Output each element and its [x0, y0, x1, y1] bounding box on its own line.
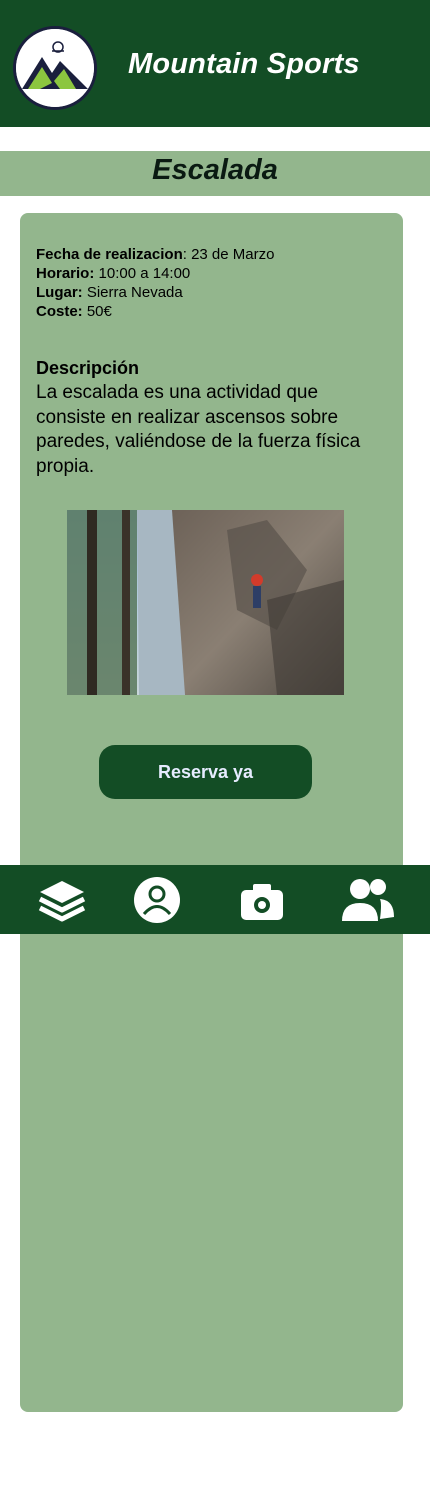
cost-row: Coste: 50€ — [36, 302, 274, 321]
place-label: Lugar: — [36, 284, 83, 301]
date-value: : 23 de Marzo — [182, 246, 275, 263]
description-text: La escalada es una actividad que consist… — [36, 382, 361, 477]
mountain-logo-icon[interactable] — [13, 26, 97, 110]
schedule-label: Horario: — [36, 265, 95, 282]
cost-label: Coste: — [36, 303, 83, 320]
user-profile-icon[interactable] — [131, 875, 183, 925]
date-row: Fecha de realizacion: 23 de Marzo — [36, 245, 274, 264]
date-label: Fecha de realizacion — [36, 246, 183, 263]
climbing-photo — [67, 510, 344, 695]
schedule-row: Horario: 10:00 a 14:00 — [36, 264, 274, 283]
activity-details: Fecha de realizacion: 23 de Marzo Horari… — [36, 245, 274, 321]
camera-icon[interactable] — [236, 875, 288, 925]
layers-icon[interactable] — [36, 875, 88, 925]
cost-value: 50€ — [82, 303, 112, 320]
app-header: Mountain Sports — [0, 0, 430, 127]
bottom-nav — [0, 865, 430, 934]
users-group-icon[interactable] — [340, 875, 394, 925]
reserve-button[interactable]: Reserva ya — [99, 745, 312, 799]
place-value: Sierra Nevada — [82, 284, 183, 301]
schedule-value: 10:00 a 14:00 — [94, 265, 191, 282]
place-row: Lugar: Sierra Nevada — [36, 283, 274, 302]
app-title: Mountain Sports — [128, 48, 360, 80]
description-heading: Descripción — [36, 358, 140, 378]
page-title: Escalada — [152, 154, 278, 186]
